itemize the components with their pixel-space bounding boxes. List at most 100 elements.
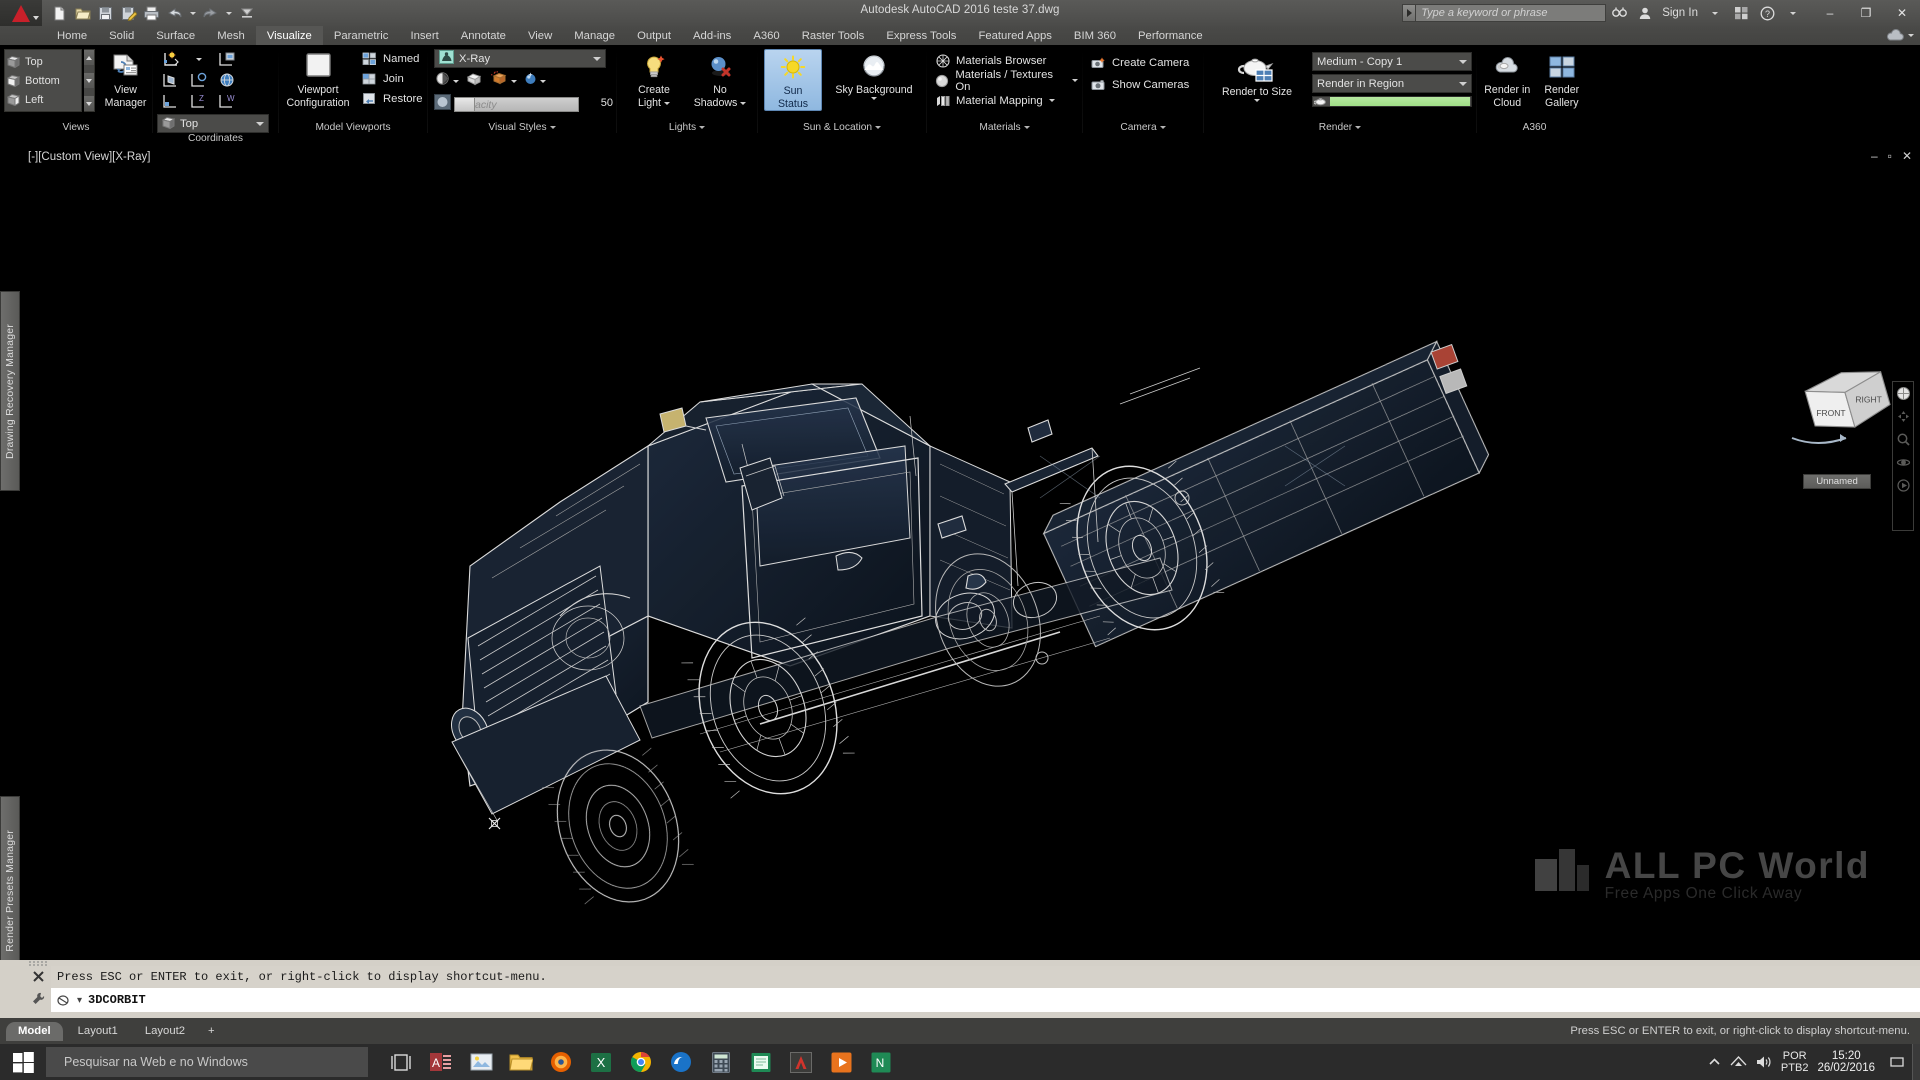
materials-textures-button[interactable]: Materials / Textures On — [935, 71, 1078, 90]
ucs-named-icon[interactable] — [213, 49, 241, 70]
face-style-icon[interactable] — [434, 71, 451, 91]
tab-a360[interactable]: A360 — [742, 26, 790, 45]
tab-parametric[interactable]: Parametric — [323, 26, 400, 45]
render-in-cloud-button[interactable]: Render in Cloud — [1481, 49, 1534, 109]
tab-output[interactable]: Output — [626, 26, 682, 45]
minimize-button[interactable]: – — [1812, 0, 1848, 26]
plot-button[interactable] — [141, 3, 162, 24]
views-scrollbar[interactable] — [84, 49, 95, 112]
tab-insert[interactable]: Insert — [399, 26, 449, 45]
render-to-size-button[interactable]: Render to Size — [1210, 49, 1304, 102]
command-dropdown-icon[interactable]: ▾ — [77, 995, 82, 1006]
materials-browser-button[interactable]: Materials Browser — [935, 51, 1046, 70]
photos-icon[interactable] — [464, 1045, 498, 1079]
task-view-icon[interactable] — [384, 1045, 418, 1079]
chevron-down-icon[interactable] — [1024, 126, 1030, 129]
ucs-dropdown-icon[interactable] — [185, 49, 213, 70]
search-input[interactable] — [1416, 4, 1606, 22]
user-avatar-icon[interactable] — [1632, 0, 1658, 26]
tab-layout1[interactable]: Layout1 — [66, 1022, 130, 1041]
tab-mesh[interactable]: Mesh — [206, 26, 256, 45]
media-player-icon[interactable] — [824, 1045, 858, 1079]
autocad-logo-button[interactable] — [0, 0, 42, 26]
add-layout-button[interactable]: + — [200, 1022, 223, 1041]
named-viewports-button[interactable]: Named — [359, 49, 423, 69]
tab-view[interactable]: View — [517, 26, 563, 45]
sign-in-label[interactable]: Sign In — [1658, 7, 1702, 19]
close-icon[interactable] — [32, 970, 45, 983]
viewport-configuration-button[interactable]: Viewport Configuration — [283, 49, 353, 109]
tab-annotate[interactable]: Annotate — [450, 26, 517, 45]
show-hidden-icons-icon[interactable] — [1708, 1056, 1721, 1069]
ucs-face-icon[interactable] — [157, 70, 185, 91]
tab-layout2[interactable]: Layout2 — [133, 1022, 197, 1041]
show-desktop-button[interactable] — [1912, 1044, 1920, 1080]
chevron-down-icon[interactable] — [875, 126, 881, 129]
chevron-down-icon[interactable] — [740, 102, 746, 105]
chevron-down-icon[interactable] — [664, 102, 670, 105]
ucs-object-icon[interactable] — [185, 70, 213, 91]
tab-bim-360[interactable]: BIM 360 — [1063, 26, 1127, 45]
undo-dropdown[interactable] — [187, 3, 198, 24]
edge-style-icon[interactable] — [465, 71, 483, 91]
taskbar-search[interactable]: Pesquisar na Web e no Windows — [46, 1047, 368, 1077]
a360-cloud-icon[interactable] — [1885, 29, 1914, 42]
render-preset-combo[interactable]: Medium - Copy 1 — [1312, 52, 1472, 71]
help-dropdown-icon[interactable] — [1780, 0, 1806, 26]
sign-in-dropdown-icon[interactable] — [1702, 0, 1728, 26]
tab-home[interactable]: Home — [46, 26, 98, 45]
notepad-icon[interactable] — [744, 1045, 778, 1079]
shadow-style-icon[interactable] — [491, 71, 509, 91]
volume-icon[interactable] — [1756, 1055, 1772, 1069]
chevron-down-icon[interactable] — [1049, 99, 1055, 102]
save-button[interactable] — [95, 3, 116, 24]
no-shadows-button[interactable]: No Shadows — [689, 49, 751, 109]
ucs-icon[interactable] — [157, 49, 185, 70]
tab-visualize[interactable]: Visualize — [256, 26, 323, 45]
firefox-icon[interactable] — [544, 1045, 578, 1079]
highlight-style-dropdown-icon[interactable] — [540, 80, 546, 83]
maximize-button[interactable]: ❐ — [1848, 0, 1884, 26]
excel-icon[interactable]: X — [584, 1045, 618, 1079]
close-button[interactable]: ✕ — [1884, 0, 1920, 26]
edge-icon[interactable] — [664, 1045, 698, 1079]
help-icon[interactable]: ? — [1754, 0, 1780, 26]
calculator-icon[interactable] — [704, 1045, 738, 1079]
tab-express-tools[interactable]: Express Tools — [875, 26, 967, 45]
action-center-icon[interactable] — [1890, 1055, 1904, 1069]
start-button[interactable] — [0, 1044, 46, 1080]
save-as-button[interactable] — [118, 3, 139, 24]
ucs-world-icon[interactable]: W — [213, 91, 241, 112]
sky-background-button[interactable]: Sky Background — [828, 49, 920, 100]
chevron-down-icon[interactable] — [871, 97, 877, 100]
exchange-apps-icon[interactable] — [1728, 0, 1754, 26]
tab-surface[interactable]: Surface — [145, 26, 206, 45]
autocad-icon[interactable] — [784, 1045, 818, 1079]
ucs-view-icon[interactable] — [213, 70, 241, 91]
visual-style-combo[interactable]: X-Ray — [434, 49, 606, 68]
command-input[interactable]: ▾ 3DCORBIT — [51, 988, 1920, 1012]
show-cameras-button[interactable]: Show Cameras — [1091, 75, 1189, 94]
tab-featured-apps[interactable]: Featured Apps — [967, 26, 1062, 45]
face-style-dropdown-icon[interactable] — [453, 80, 459, 83]
language-indicator[interactable]: POR PTB2 — [1781, 1050, 1809, 1074]
tab-addins[interactable]: Add-ins — [682, 26, 742, 45]
ucs-z-axis-icon[interactable]: Z — [185, 91, 213, 112]
scroll-up-button[interactable] — [84, 50, 94, 65]
chevron-down-icon[interactable] — [1072, 79, 1078, 82]
render-gallery-button[interactable]: Render Gallery — [1536, 49, 1589, 109]
access-icon[interactable]: A — [424, 1045, 458, 1079]
ucs-origin-icon[interactable] — [157, 91, 185, 112]
join-viewports-button[interactable]: Join — [359, 69, 423, 89]
sun-status-button[interactable]: Sun Status — [764, 49, 822, 111]
chevron-down-icon[interactable] — [699, 126, 705, 129]
drawing-canvas[interactable]: [-][Custom View][X-Ray] – ▫ ✕ Drawing Re… — [0, 146, 1920, 960]
create-camera-button[interactable]: Create Camera — [1091, 53, 1189, 72]
new-button[interactable] — [49, 3, 70, 24]
tab-solid[interactable]: Solid — [98, 26, 145, 45]
render-region-combo[interactable]: Render in Region — [1312, 74, 1472, 93]
onenote-icon[interactable]: N — [864, 1045, 898, 1079]
open-button[interactable] — [72, 3, 93, 24]
search-dropdown-button[interactable] — [1402, 4, 1416, 22]
views-item-top[interactable]: Top — [7, 52, 81, 71]
